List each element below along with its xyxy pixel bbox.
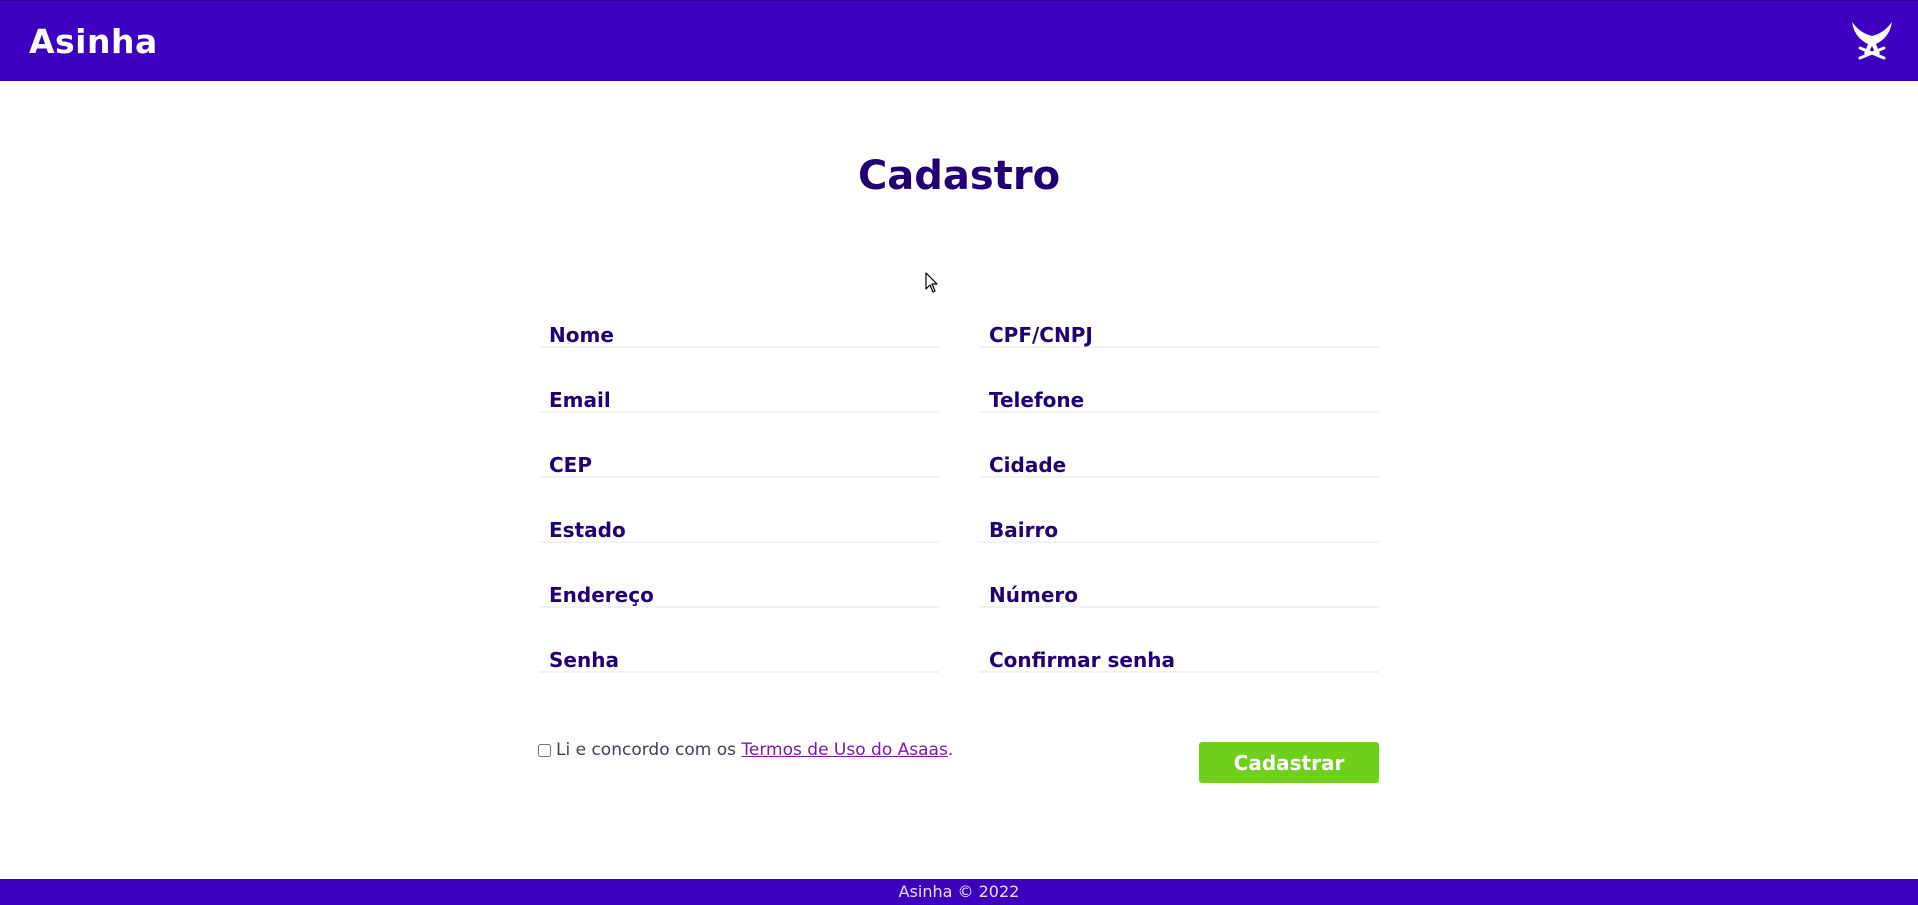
mouse-pointer-icon [925, 272, 939, 294]
top-navbar: Asinha [0, 0, 1918, 81]
terms-agreement: Li e concordo com os Termos de Uso do As… [538, 740, 953, 760]
telefone-input[interactable] [979, 383, 1379, 411]
cidade-field[interactable]: Cidade [979, 448, 1379, 478]
cadastrar-button[interactable]: Cadastrar [1199, 742, 1379, 783]
terms-checkbox[interactable] [538, 743, 551, 757]
email-input[interactable] [539, 383, 939, 411]
estado-field[interactable]: Estado [539, 513, 939, 543]
nome-input[interactable] [539, 318, 939, 346]
confirmar-senha-input[interactable] [979, 643, 1379, 671]
nome-field[interactable]: Nome [539, 318, 939, 348]
page-title: Cadastro [857, 153, 1061, 199]
endereco-input[interactable] [539, 578, 939, 606]
telefone-field[interactable]: Telefone [979, 383, 1379, 413]
numero-field[interactable]: Número [979, 578, 1379, 608]
senha-field[interactable]: Senha [539, 643, 939, 673]
endereco-field[interactable]: Endereço [539, 578, 939, 608]
cidade-input[interactable] [979, 448, 1379, 476]
winged-swords-icon[interactable] [1850, 20, 1894, 62]
footer: Asinha © 2022 [0, 879, 1918, 905]
cep-field[interactable]: CEP [539, 448, 939, 478]
senha-input[interactable] [539, 643, 939, 671]
brand-logo-text[interactable]: Asinha [29, 22, 158, 61]
numero-input[interactable] [979, 578, 1379, 606]
cpf-cnpj-field[interactable]: CPF/CNPJ [979, 318, 1379, 348]
confirmar-senha-field[interactable]: Confirmar senha [979, 643, 1379, 673]
bairro-field[interactable]: Bairro [979, 513, 1379, 543]
signup-page: Asinha Cadastro Nome CPF/CNPJ Email Tele… [0, 0, 1918, 905]
cpf-cnpj-input[interactable] [979, 318, 1379, 346]
terms-prefix: Li e concordo com os [556, 740, 736, 760]
estado-input[interactable] [539, 513, 939, 541]
email-field[interactable]: Email [539, 383, 939, 413]
bairro-input[interactable] [979, 513, 1379, 541]
terms-link[interactable]: Termos de Uso do Asaas [741, 740, 947, 760]
terms-suffix: . [947, 740, 954, 760]
cep-input[interactable] [539, 448, 939, 476]
footer-copyright: Asinha © 2022 [898, 882, 1020, 901]
